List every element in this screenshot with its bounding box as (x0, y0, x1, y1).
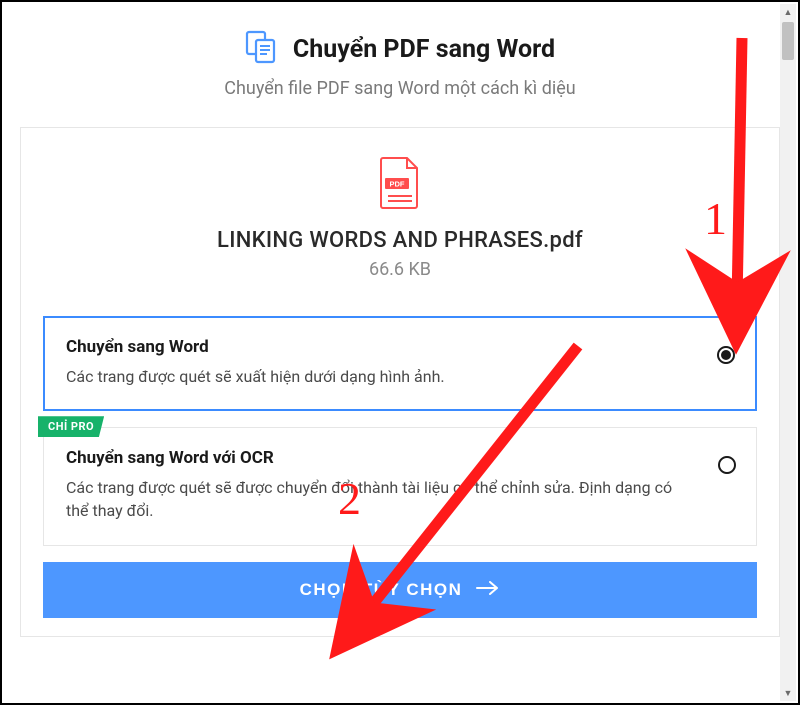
arrow-right-icon (476, 580, 500, 600)
option-convert-to-word[interactable]: Chuyển sang Word Các trang được quét sẽ … (43, 316, 757, 411)
radio-unselected-icon[interactable] (718, 456, 736, 474)
page-title: Chuyển PDF sang Word (293, 35, 555, 64)
pro-badge: CHỈ PRO (38, 416, 104, 437)
scrollbar-up-icon[interactable]: ▲ (780, 4, 796, 20)
pdf-to-word-icon (245, 30, 279, 68)
radio-selected-icon[interactable] (717, 346, 735, 364)
file-info: PDF LINKING WORDS AND PHRASES.pdf 66.6 K… (43, 156, 757, 280)
pdf-file-icon: PDF (377, 156, 423, 214)
page-subtitle: Chuyển file PDF sang Word một cách kì di… (36, 78, 764, 99)
file-size: 66.6 KB (43, 259, 757, 280)
option-title: Chuyển sang Word với OCR (66, 448, 692, 468)
conversion-panel: PDF LINKING WORDS AND PHRASES.pdf 66.6 K… (20, 127, 780, 637)
scrollbar[interactable]: ▲ ▼ (780, 4, 796, 701)
option-convert-to-word-ocr[interactable]: CHỈ PRO Chuyển sang Word với OCR Các tra… (43, 427, 757, 545)
file-name: LINKING WORDS AND PHRASES.pdf (43, 228, 757, 253)
conversion-options: Chuyển sang Word Các trang được quét sẽ … (43, 316, 757, 546)
scrollbar-down-icon[interactable]: ▼ (780, 685, 796, 701)
svg-text:PDF: PDF (390, 180, 405, 189)
option-title: Chuyển sang Word (66, 337, 692, 357)
scrollbar-thumb[interactable] (782, 22, 794, 60)
title-line: Chuyển PDF sang Word (245, 30, 555, 68)
option-desc: Các trang được quét sẽ được chuyển đổi t… (66, 476, 692, 522)
cta-label: CHỌN TÙY CHỌN (300, 580, 463, 600)
page-header: Chuyển PDF sang Word Chuyển file PDF san… (16, 30, 784, 99)
choose-option-button[interactable]: CHỌN TÙY CHỌN (43, 562, 757, 618)
page-root: ▲ ▼ Chuyển PDF sang Word Chuyển file PDF… (0, 0, 800, 705)
option-desc: Các trang được quét sẽ xuất hiện dưới dạ… (66, 365, 692, 388)
